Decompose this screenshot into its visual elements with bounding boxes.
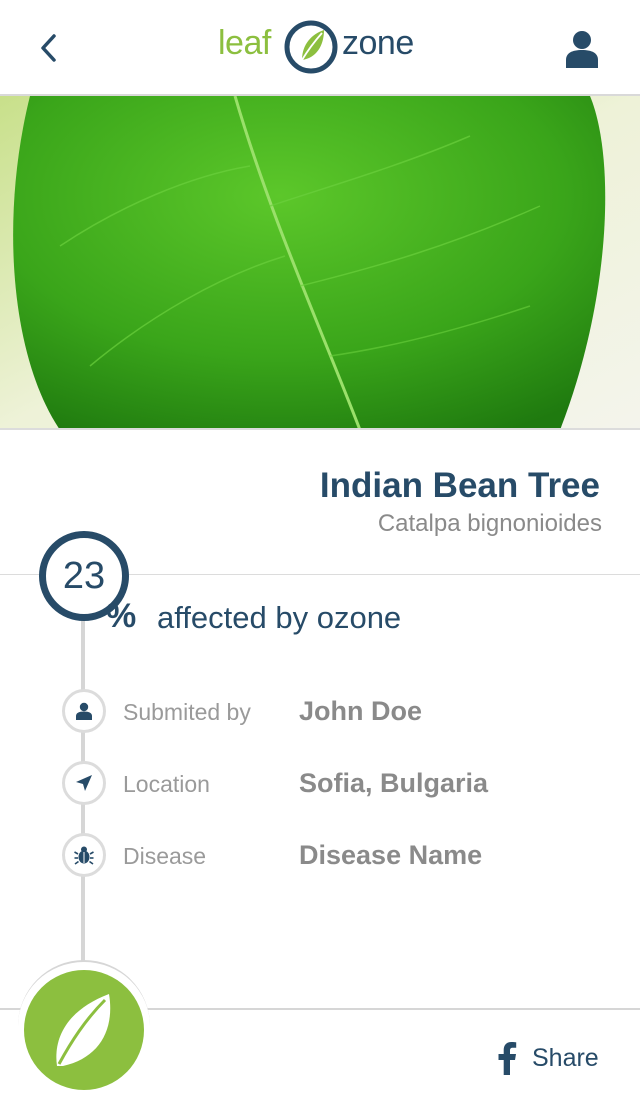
share-button[interactable]: Share [496, 1040, 599, 1076]
location-label: Location [123, 771, 210, 797]
logo-text-leaf: leaf [218, 24, 271, 62]
ozone-affected-label: affected by ozone [157, 600, 402, 635]
disease-value: Disease Name [299, 840, 483, 870]
submitted-by-label: Submited by [123, 699, 251, 725]
user-icon[interactable] [560, 28, 604, 70]
user-icon [62, 689, 106, 733]
plant-photo [0, 96, 640, 430]
leaf-logo-icon [284, 20, 338, 74]
plant-common-name: Indian Bean Tree [319, 466, 600, 505]
leaf-action-button[interactable] [24, 970, 144, 1090]
location-arrow-icon [62, 761, 106, 805]
bug-icon [62, 833, 106, 877]
facebook-icon [498, 1042, 517, 1075]
location-value: Sofia, Bulgaria [299, 768, 489, 798]
disease-label: Disease [123, 843, 207, 869]
submitted-by-value: John Doe [299, 696, 423, 726]
app-header: leaf zone [0, 0, 640, 96]
logo-text-zone: zone [342, 24, 414, 62]
ozone-percent-sign: % [106, 597, 137, 635]
chevron-left-icon[interactable] [34, 30, 64, 66]
app-logo: leaf zone [218, 16, 428, 80]
plant-scientific-name: Catalpa bignonioides [377, 510, 602, 537]
ozone-percent-value: 23 [62, 554, 106, 597]
leaf-icon [56, 994, 111, 1066]
share-label: Share [532, 1043, 599, 1072]
